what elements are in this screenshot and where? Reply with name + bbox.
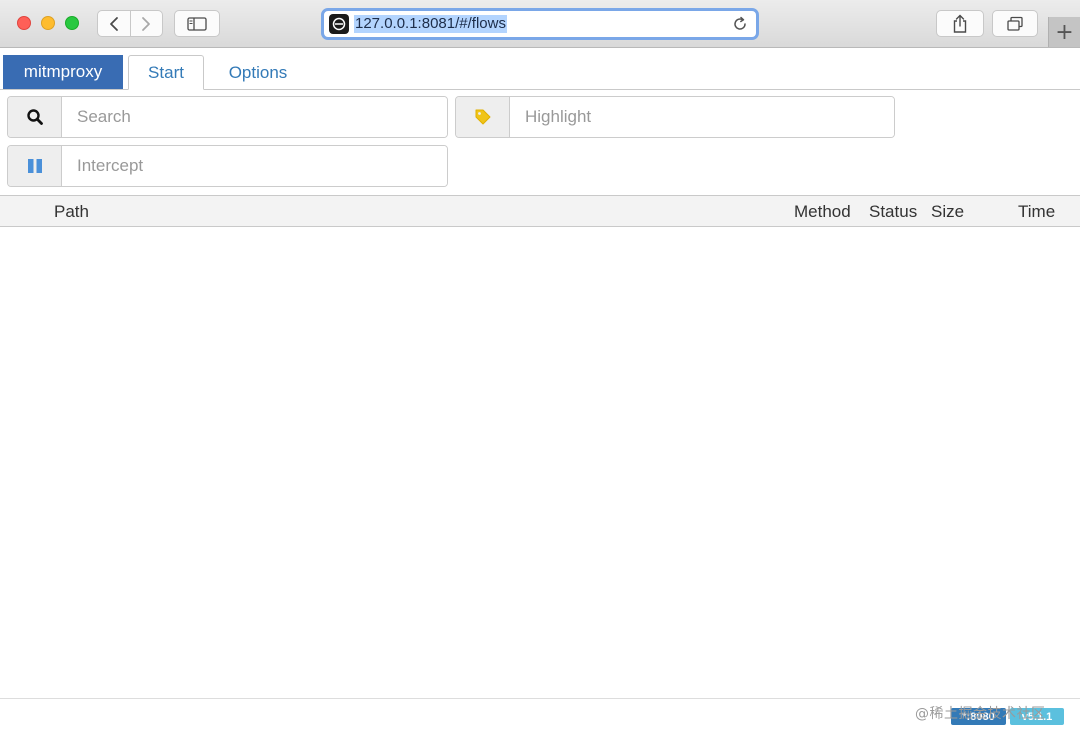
highlight-input[interactable] xyxy=(510,97,894,137)
mitmproxy-brand-tab[interactable]: mitmproxy xyxy=(3,55,123,89)
favicon-icon xyxy=(332,17,346,31)
watermark-text: @稀土掘金技术社区 xyxy=(915,706,1046,722)
tab-start[interactable]: Start xyxy=(128,55,204,90)
window-maximize-button[interactable] xyxy=(65,16,79,30)
chevron-left-icon xyxy=(110,16,118,31)
show-sidebar-button[interactable] xyxy=(174,10,220,37)
highlight-filter xyxy=(455,96,895,138)
new-tab-button[interactable]: + xyxy=(1048,17,1080,47)
url-text[interactable]: 127.0.0.1:8081/#/flows xyxy=(354,15,507,33)
reload-icon[interactable] xyxy=(731,15,749,33)
status-footer: *:8080 v5.1.1 @稀土掘金技术社区 xyxy=(0,698,1080,729)
flow-list[interactable] xyxy=(0,227,1080,697)
browser-toolbar: 127.0.0.1:8081/#/flows + xyxy=(0,0,1080,48)
show-all-tabs-button[interactable] xyxy=(992,10,1038,37)
intercept-filter xyxy=(7,145,448,187)
search-addon xyxy=(8,97,62,137)
search-icon xyxy=(26,109,43,125)
tabs-overview-icon xyxy=(1007,16,1023,31)
share-button[interactable] xyxy=(936,10,984,37)
main-menu: mitmproxy Start Options xyxy=(0,48,1080,90)
window-minimize-button[interactable] xyxy=(41,16,55,30)
intercept-input[interactable] xyxy=(62,146,447,186)
column-header-path[interactable]: Path xyxy=(54,202,89,222)
forward-button[interactable] xyxy=(129,11,162,36)
tag-icon xyxy=(475,109,490,125)
flow-table-header: Path Method Status Size Time xyxy=(0,195,1080,227)
column-header-method[interactable]: Method xyxy=(794,202,851,222)
column-header-time[interactable]: Time xyxy=(1018,202,1055,222)
column-header-size[interactable]: Size xyxy=(931,202,964,222)
search-filter xyxy=(7,96,448,138)
chevron-right-icon xyxy=(142,16,151,31)
column-header-status[interactable]: Status xyxy=(869,202,917,222)
back-button[interactable] xyxy=(98,11,130,36)
tab-options[interactable]: Options xyxy=(212,55,304,90)
mitmproxy-favicon xyxy=(329,14,349,34)
highlight-addon xyxy=(456,97,510,137)
sidebar-icon xyxy=(187,16,207,31)
search-input[interactable] xyxy=(62,97,447,137)
history-navigation xyxy=(97,10,163,37)
window-close-button[interactable] xyxy=(17,16,31,30)
share-icon xyxy=(953,14,967,33)
intercept-addon xyxy=(8,146,62,186)
pause-icon xyxy=(27,159,42,173)
address-bar[interactable]: 127.0.0.1:8081/#/flows xyxy=(321,8,759,40)
